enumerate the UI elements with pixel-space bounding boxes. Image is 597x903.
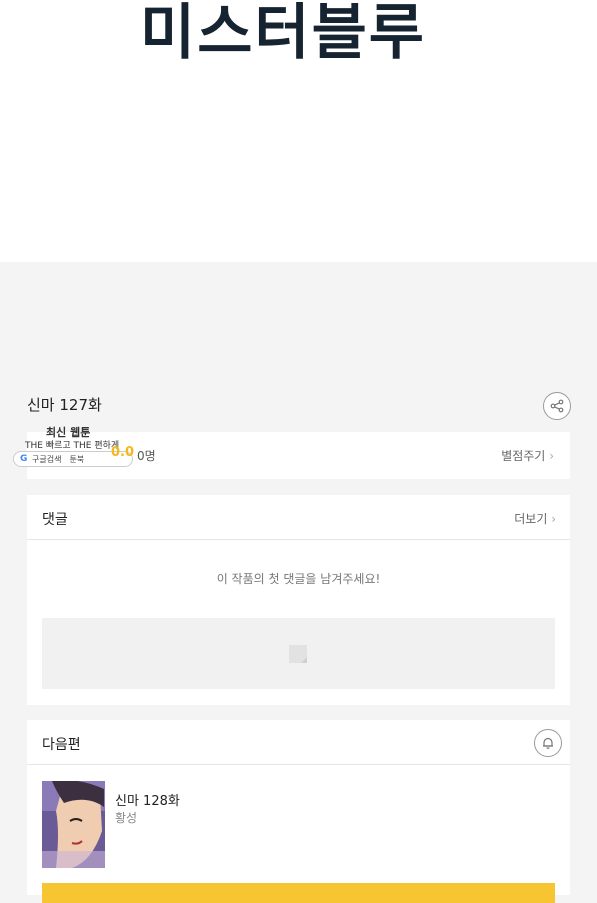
comment-placeholder-icon (289, 645, 307, 663)
next-episode-label: 다음편 (42, 737, 81, 753)
comment-header: 댓글 더보기 › (27, 495, 570, 540)
rate-link[interactable]: 별점주기 › (501, 447, 554, 464)
more-label: 더보기 (514, 512, 548, 526)
empty-comment-message: 이 작품의 첫 댓글을 남겨주세요! (216, 572, 381, 586)
next-episode-card: 다음편 신마 128화 황성 (27, 720, 570, 903)
thumbnail-image (42, 781, 105, 868)
ad-subtitle: THE 빠르고 THE 편하게 (25, 441, 120, 451)
episode-title: 신마 127화 (27, 396, 102, 414)
mrblue-logo: 미스터블루 (140, 0, 426, 68)
comment-label: 댓글 (42, 512, 68, 528)
rating-count: 0명 (137, 449, 156, 463)
next-episode-thumbnail[interactable] (42, 781, 105, 868)
top-banner: 미스터블루 (0, 0, 597, 262)
chevron-right-icon: › (549, 449, 554, 463)
next-episode-title[interactable]: 신마 128화 (115, 790, 180, 809)
comment-input[interactable] (42, 618, 555, 689)
ad-pill-right: 툰북 (69, 454, 85, 464)
more-comments-link[interactable]: 더보기 › (514, 510, 556, 527)
google-icon: G (20, 454, 28, 464)
bell-icon (543, 737, 553, 749)
next-episode-header: 다음편 (27, 720, 570, 765)
read-next-button[interactable] (42, 883, 555, 903)
ad-overlay[interactable]: 최신 웹툰 THE 빠르고 THE 편하게 G 구글검색 툰북 (13, 420, 135, 468)
share-icon (550, 399, 564, 413)
next-episode-author: 황성 (115, 811, 138, 825)
rate-link-label: 별점주기 (501, 449, 546, 463)
ad-pill-left: 구글검색 (32, 454, 62, 464)
share-button[interactable] (543, 392, 571, 420)
rating-score: 0.0 (111, 445, 135, 460)
chevron-right-icon: › (551, 512, 556, 526)
comment-card: 댓글 더보기 › 이 작품의 첫 댓글을 남겨주세요! (27, 495, 570, 705)
notify-button[interactable] (534, 729, 562, 757)
